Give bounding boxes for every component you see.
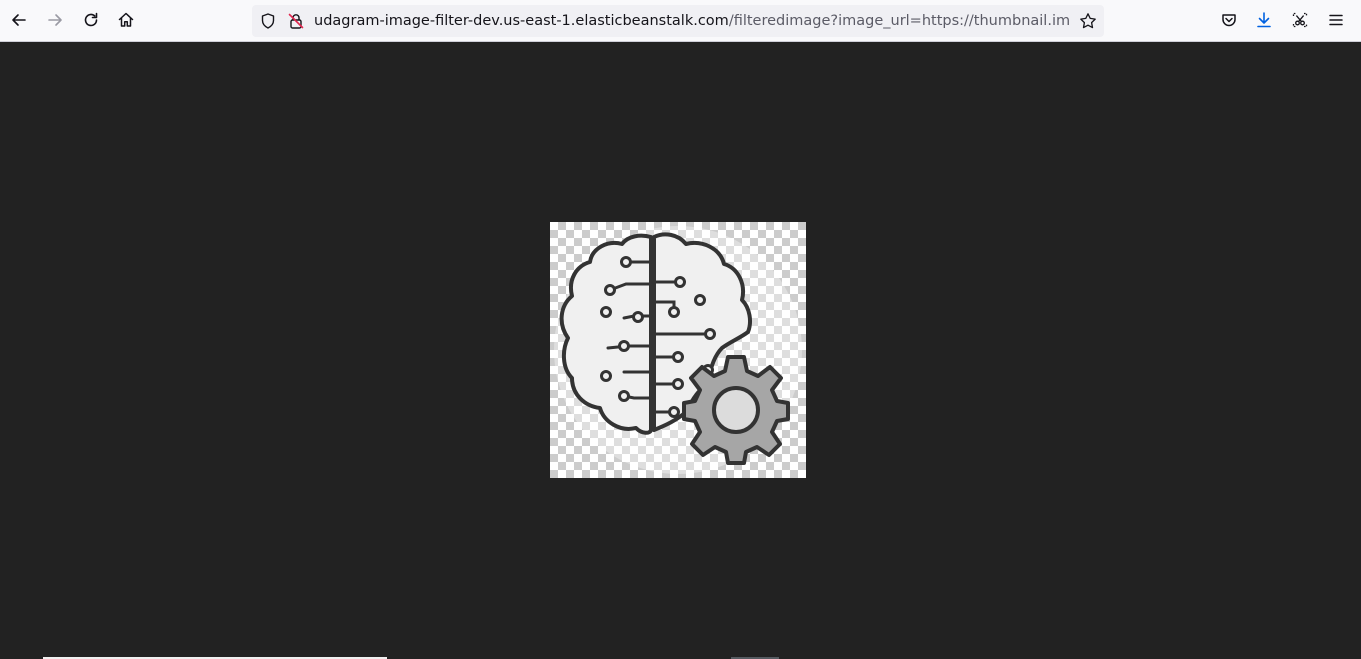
screenshot-icon bbox=[1292, 12, 1308, 28]
home-icon bbox=[118, 12, 134, 27]
pocket-button[interactable] bbox=[1214, 5, 1244, 35]
gear-icon bbox=[682, 355, 790, 465]
screenshot-button[interactable] bbox=[1285, 5, 1315, 35]
url-domain: udagram-image-filter-dev.us-east-1.elast… bbox=[314, 13, 729, 29]
app-menu-button[interactable] bbox=[1321, 5, 1351, 35]
url-text[interactable]: udagram-image-filter-dev.us-east-1.elast… bbox=[314, 5, 1070, 37]
home-button[interactable] bbox=[111, 5, 141, 35]
download-icon bbox=[1257, 12, 1271, 28]
url-path: /filteredimage?image_url=https://thumbna… bbox=[728, 13, 1070, 29]
arrow-left-icon bbox=[12, 14, 26, 26]
browser-toolbar: udagram-image-filter-dev.us-east-1.elast… bbox=[0, 0, 1361, 42]
filtered-image[interactable] bbox=[550, 222, 806, 478]
arrow-right-icon bbox=[48, 14, 62, 26]
reload-button[interactable] bbox=[76, 5, 106, 35]
shield-icon[interactable] bbox=[259, 12, 277, 30]
url-bar[interactable]: udagram-image-filter-dev.us-east-1.elast… bbox=[252, 5, 1104, 37]
brain-gear-icon bbox=[554, 226, 802, 474]
downloads-button[interactable] bbox=[1249, 5, 1279, 35]
image-viewer bbox=[0, 42, 1361, 659]
forward-button[interactable] bbox=[40, 5, 70, 35]
back-button[interactable] bbox=[4, 5, 34, 35]
pocket-icon bbox=[1222, 14, 1236, 27]
reload-icon bbox=[84, 12, 98, 27]
insecure-lock-icon[interactable] bbox=[287, 12, 305, 30]
hamburger-menu-icon bbox=[1329, 14, 1343, 26]
star-icon[interactable] bbox=[1079, 12, 1097, 30]
